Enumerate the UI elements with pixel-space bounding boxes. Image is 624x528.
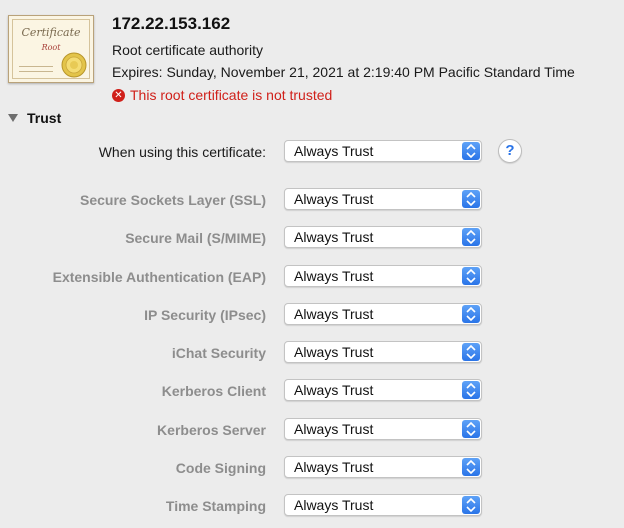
trust-row-popup[interactable]: Always Trust [284, 456, 482, 478]
trust-row-label: iChat Security [171, 345, 266, 361]
popup-arrows-icon [462, 420, 480, 438]
trust-main-label: When using this certificate: [98, 144, 266, 160]
popup-arrows-icon [462, 228, 480, 246]
popup-value: Always Trust [294, 497, 374, 513]
popup-arrows-icon [462, 496, 480, 514]
trust-row-popup[interactable]: Always Trust [284, 341, 482, 363]
certificate-name: 172.22.153.162 [112, 14, 231, 33]
trust-row-popup[interactable]: Always Trust [284, 303, 482, 325]
trust-row-label: Secure Sockets Layer (SSL) [80, 192, 266, 208]
certificate-icon: Certificate Root [8, 15, 94, 83]
trust-section-toggle[interactable]: Trust [8, 110, 61, 126]
trust-section-label: Trust [27, 110, 62, 126]
popup-arrows-icon [462, 190, 480, 208]
trust-main-popup[interactable]: Always Trust [284, 140, 482, 162]
popup-value: Always Trust [294, 344, 374, 360]
popup-arrows-icon [462, 305, 480, 323]
certificate-icon-title: Certificate [21, 26, 81, 39]
trust-row-popup[interactable]: Always Trust [284, 265, 482, 287]
popup-arrows-icon [462, 267, 480, 285]
popup-value: Always Trust [294, 421, 374, 437]
trust-row-label: Kerberos Client [161, 383, 266, 399]
popup-value: Always Trust [294, 229, 374, 245]
trust-row-popup[interactable]: Always Trust [284, 494, 482, 516]
popup-value: Always Trust [294, 459, 374, 475]
trust-row-popup[interactable]: Always Trust [284, 188, 482, 210]
trust-row-label: Kerberos Server [157, 422, 266, 438]
trust-row-popup[interactable]: Always Trust [284, 379, 482, 401]
help-button[interactable]: ? [498, 139, 522, 163]
certificate-icon-subtitle: Root [41, 43, 61, 52]
error-x-icon: ✕ [112, 88, 125, 102]
disclosure-triangle-icon[interactable] [8, 114, 18, 122]
trust-warning-text: This root certificate is not trusted [130, 87, 333, 103]
seal-icon [61, 52, 87, 78]
certificate-kind: Root certificate authority [112, 42, 263, 58]
trust-row-label: IP Security (IPsec) [144, 307, 266, 323]
certificate-expiry: Expires: Sunday, November 21, 2021 at 2:… [112, 64, 575, 80]
popup-value: Always Trust [294, 191, 374, 207]
trust-row-popup[interactable]: Always Trust [284, 226, 482, 248]
trust-row-label: Time Stamping [165, 498, 266, 514]
popup-arrows-icon [462, 142, 480, 160]
popup-arrows-icon [462, 458, 480, 476]
popup-value: Always Trust [294, 306, 374, 322]
popup-arrows-icon [462, 381, 480, 399]
trust-row-label: Extensible Authentication (EAP) [52, 269, 266, 285]
trust-row-label: Code Signing [175, 460, 266, 476]
trust-row-popup[interactable]: Always Trust [284, 418, 482, 440]
popup-value: Always Trust [294, 382, 374, 398]
trust-row-label: Secure Mail (S/MIME) [125, 230, 266, 246]
popup-arrows-icon [462, 343, 480, 361]
popup-value: Always Trust [294, 268, 374, 284]
popup-value: Always Trust [294, 143, 374, 159]
trust-warning: ✕ This root certificate is not trusted [112, 87, 332, 103]
